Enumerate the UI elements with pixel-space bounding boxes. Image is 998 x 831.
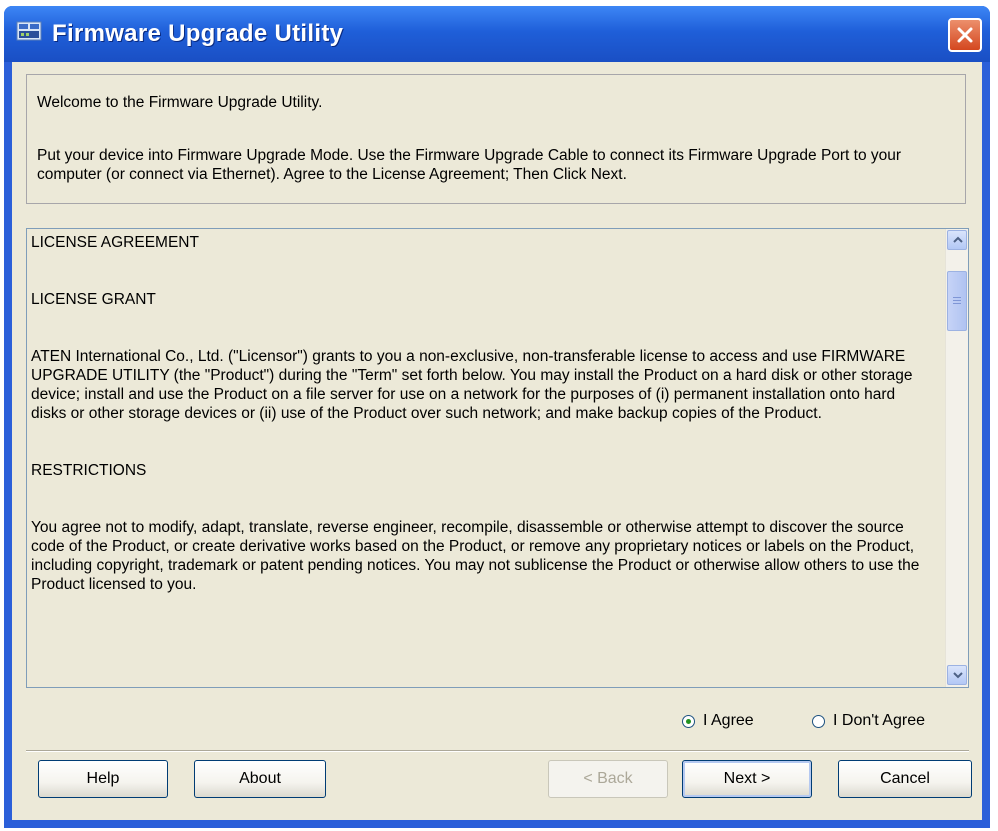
cancel-button[interactable]: Cancel: [838, 760, 972, 798]
restrictions-text: You agree not to modify, adapt, translat…: [31, 519, 920, 593]
window-title: Firmware Upgrade Utility: [52, 20, 344, 47]
chevron-down-icon: [953, 672, 963, 679]
license-text-area: LICENSE AGREEMENT LICENSE GRANT ATEN Int…: [31, 233, 931, 594]
button-divider: [26, 750, 969, 752]
agree-label[interactable]: I Agree: [703, 712, 754, 730]
instructions-panel: Welcome to the Firmware Upgrade Utility.…: [26, 74, 966, 204]
license-scrollbar[interactable]: [945, 229, 968, 687]
agree-option[interactable]: I Agree: [682, 712, 754, 730]
close-button[interactable]: [948, 18, 982, 52]
dialog-client-area: Welcome to the Firmware Upgrade Utility.…: [12, 62, 982, 820]
restrictions-heading: RESTRICTIONS: [31, 462, 147, 479]
instructions-text: Put your device into Firmware Upgrade Mo…: [37, 147, 902, 183]
disagree-option[interactable]: I Don't Agree: [812, 712, 925, 730]
scroll-up-button[interactable]: [947, 230, 967, 250]
license-agreement-box[interactable]: LICENSE AGREEMENT LICENSE GRANT ATEN Int…: [26, 228, 969, 688]
disagree-label[interactable]: I Don't Agree: [833, 712, 925, 730]
license-grant-heading: LICENSE GRANT: [31, 291, 156, 308]
license-grant-text: ATEN International Co., Ltd. ("Licensor"…: [31, 348, 913, 422]
disagree-radio[interactable]: [812, 714, 825, 728]
scroll-thumb[interactable]: [947, 271, 967, 331]
about-button[interactable]: About: [194, 760, 326, 798]
welcome-text: Welcome to the Firmware Upgrade Utility.: [37, 94, 323, 111]
scroll-down-button[interactable]: [947, 665, 967, 685]
license-heading: LICENSE AGREEMENT: [31, 234, 199, 251]
help-button[interactable]: Help: [38, 760, 168, 798]
app-icon: [16, 20, 42, 44]
next-button[interactable]: Next >: [682, 760, 812, 798]
firmware-upgrade-window: Firmware Upgrade Utility Welcome to the …: [4, 6, 990, 828]
title-bar[interactable]: Firmware Upgrade Utility: [4, 6, 990, 62]
back-button[interactable]: < Back: [548, 760, 668, 798]
chevron-up-icon: [953, 236, 963, 243]
agree-radio[interactable]: [682, 714, 695, 728]
close-icon: [957, 27, 973, 43]
